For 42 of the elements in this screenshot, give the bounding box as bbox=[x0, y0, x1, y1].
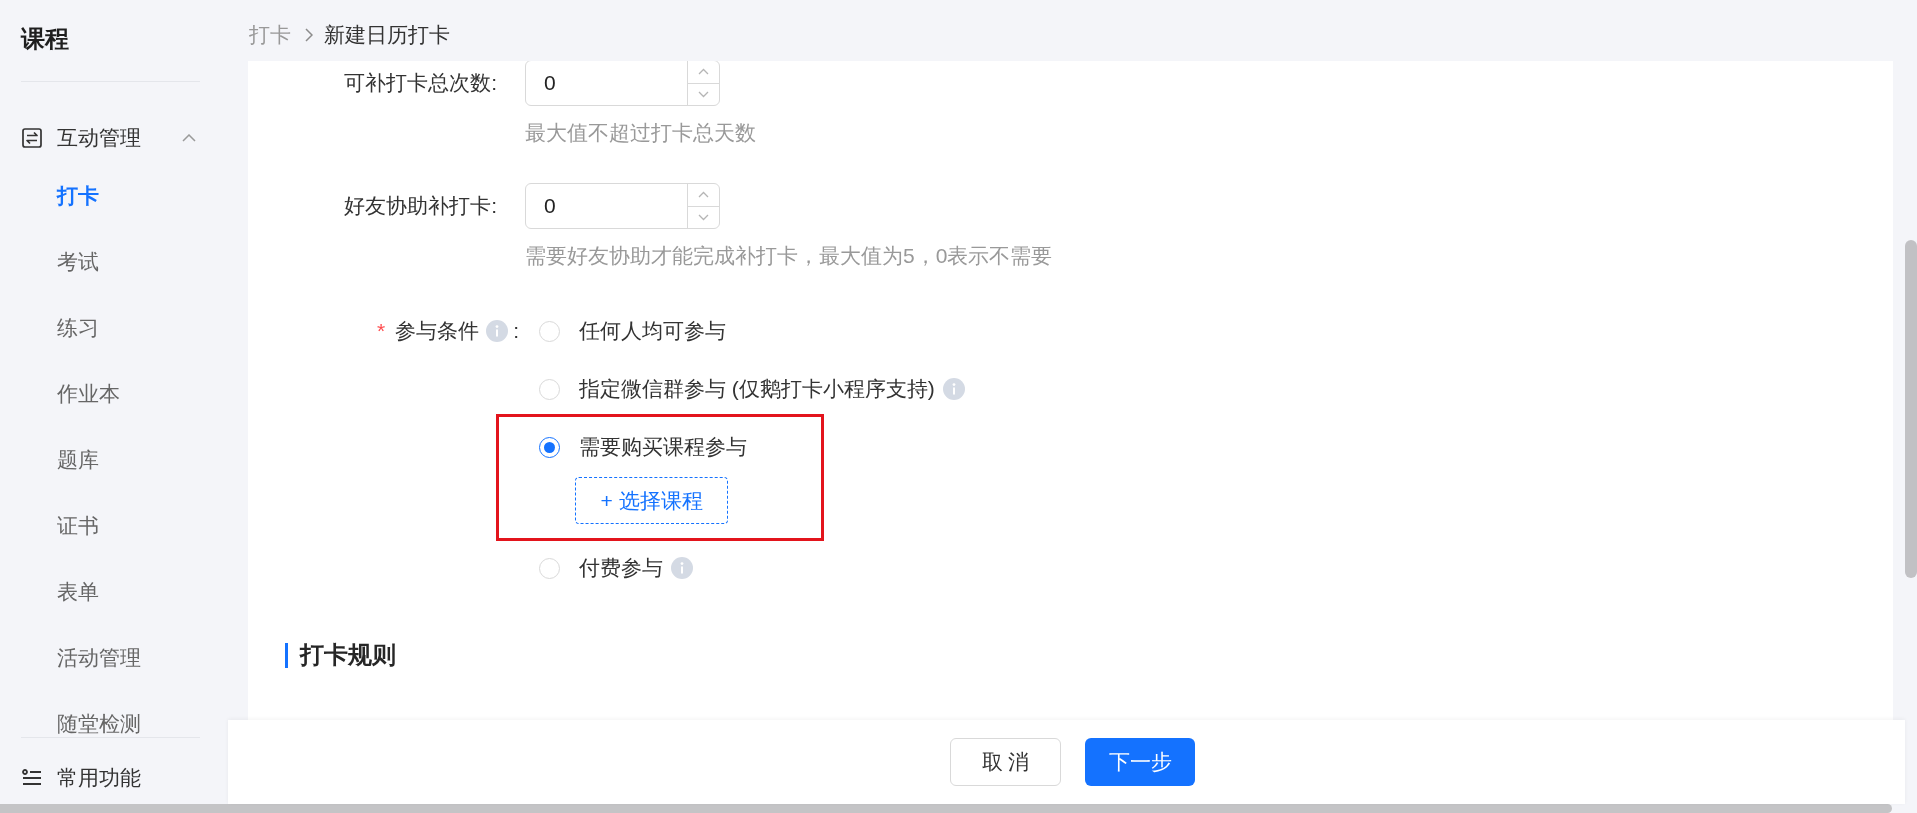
list-icon bbox=[22, 769, 42, 787]
menu-item[interactable]: 练习 bbox=[57, 315, 99, 341]
scrollbar-thumb[interactable] bbox=[1905, 240, 1917, 578]
radio-button[interactable] bbox=[539, 436, 560, 458]
chevron-down-icon bbox=[698, 213, 709, 221]
breadcrumb-item: 新建日历打卡 bbox=[324, 22, 450, 48]
exchange-icon bbox=[22, 128, 42, 148]
primary-button[interactable]: 下一步 bbox=[1085, 738, 1195, 786]
menu-item[interactable]: 考试 bbox=[57, 249, 99, 275]
number-input[interactable]: 0 bbox=[525, 183, 720, 229]
radio-label: 任何人均可参与 bbox=[579, 318, 726, 344]
secondary-button[interactable]: 取 消 bbox=[950, 738, 1061, 786]
sidebar-title: 课程 bbox=[21, 24, 69, 54]
menu-item[interactable]: 随堂检测 bbox=[57, 711, 141, 737]
breadcrumb-item[interactable]: 打卡 bbox=[249, 20, 291, 50]
menu-item[interactable]: 题库 bbox=[57, 447, 99, 473]
select-course-button[interactable]: + 选择课程 bbox=[575, 477, 728, 524]
menu-group[interactable]: 常用功能 bbox=[21, 756, 207, 800]
field-hint: 需要好友协助才能完成补打卡，最大值为5，0表示不需要 bbox=[525, 243, 1053, 269]
scrollbar-thumb[interactable] bbox=[0, 804, 1892, 813]
number-input[interactable]: 0 bbox=[525, 61, 720, 106]
chevron-right-icon bbox=[305, 28, 313, 42]
menu-item[interactable]: 证书 bbox=[57, 513, 99, 539]
chevron-down-icon bbox=[698, 90, 709, 98]
required-mark: * bbox=[376, 318, 386, 344]
section-accent-bar bbox=[285, 642, 288, 668]
radio-label: 需要购买课程参与 bbox=[579, 434, 747, 460]
label-colon: : bbox=[513, 318, 519, 344]
chevron-up-icon bbox=[698, 191, 709, 199]
field-label: 参与条件 bbox=[395, 318, 480, 344]
field-label: 可补打卡总次数: bbox=[344, 70, 497, 96]
menu-item[interactable]: 打卡 bbox=[57, 183, 99, 209]
menu-group[interactable]: 互动管理 bbox=[21, 116, 207, 160]
menu-item[interactable]: 活动管理 bbox=[57, 645, 141, 671]
menu-item[interactable]: 表单 bbox=[57, 579, 99, 605]
section-title: 打卡规则 bbox=[300, 640, 396, 670]
radio-label: 付费参与 bbox=[579, 555, 663, 581]
radio-label: 指定微信群参与 (仅鹅打卡小程序支持) bbox=[579, 376, 935, 402]
chevron-up-icon bbox=[698, 68, 709, 76]
menu-item[interactable]: 作业本 bbox=[57, 381, 120, 407]
field-label: 好友协助补打卡: bbox=[344, 193, 497, 219]
field-hint: 最大值不超过打卡总天数 bbox=[525, 120, 756, 146]
